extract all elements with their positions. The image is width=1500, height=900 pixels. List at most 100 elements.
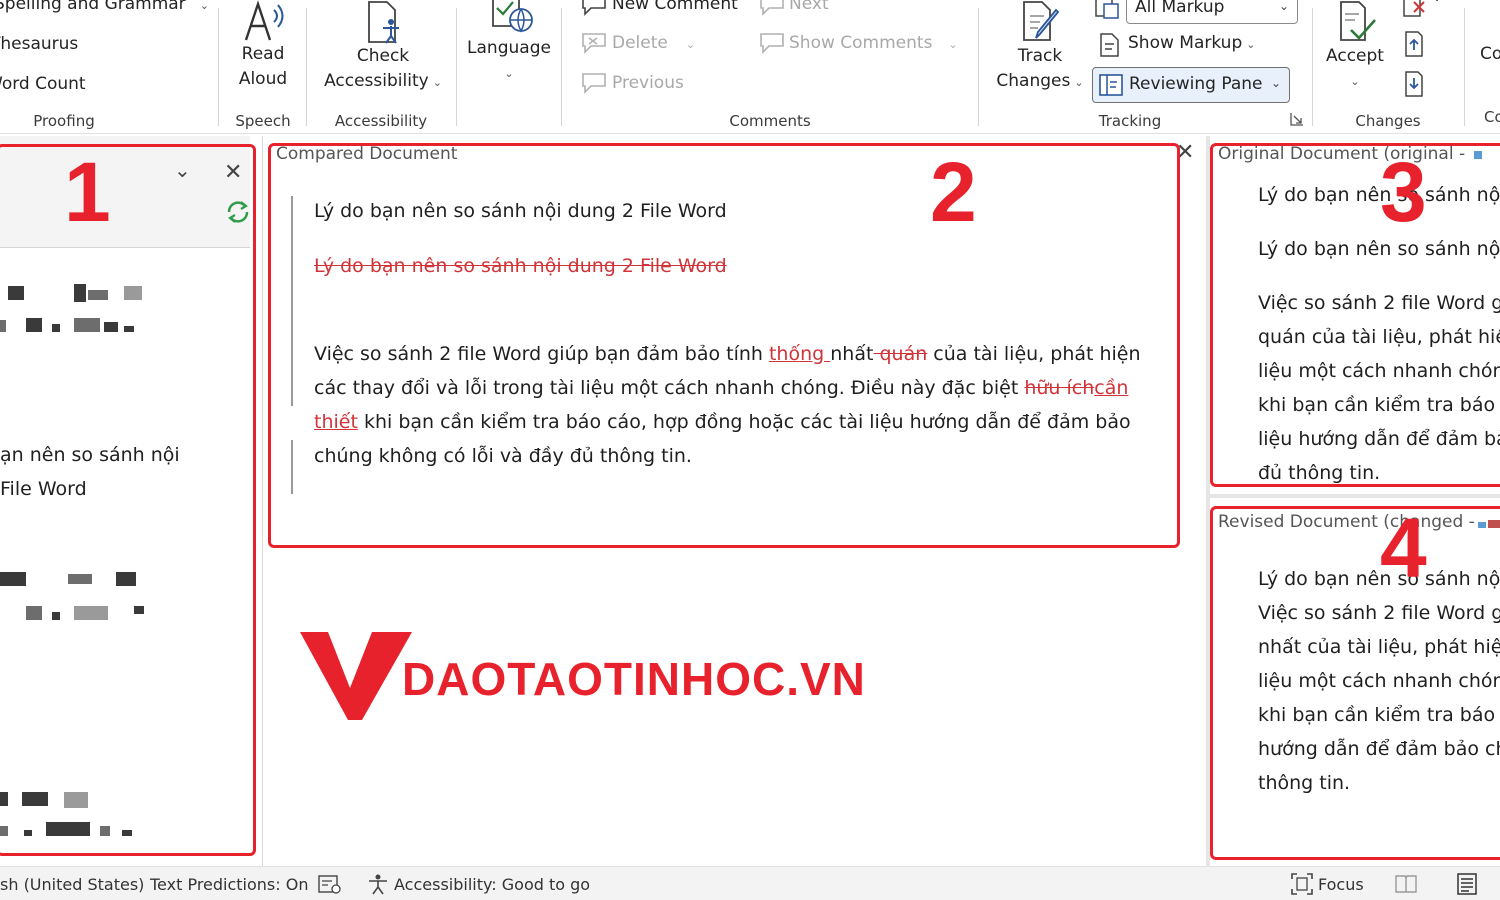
blurred-content bbox=[52, 612, 60, 620]
change-bar bbox=[291, 196, 293, 406]
original-line: Lý do bạn nên so sánh nội bbox=[1258, 238, 1500, 260]
chevron-down-icon: ⌄ bbox=[1350, 75, 1360, 88]
read-aloud-label-1: Read bbox=[241, 44, 285, 64]
blurred-content bbox=[104, 322, 118, 332]
language-button[interactable]: Language ⌄ bbox=[462, 0, 556, 86]
ribbon-divider bbox=[978, 8, 979, 126]
navigation-pane: ⌄ ✕ ạn nên so sánh nội File Word bbox=[0, 136, 262, 864]
read-aloud-icon bbox=[244, 0, 284, 41]
chevron-down-icon[interactable]: ⌄ bbox=[174, 158, 191, 182]
markup-select[interactable]: All Markup ⌄ bbox=[1126, 0, 1298, 24]
blurred-content bbox=[134, 606, 144, 614]
blurred-content bbox=[0, 572, 26, 586]
compare-group: Co Co bbox=[1466, 0, 1500, 134]
reviewing-pane-button[interactable]: Reviewing Pane ⌄ bbox=[1092, 67, 1290, 103]
accept-change-icon bbox=[1340, 1, 1376, 41]
close-icon[interactable]: ✕ bbox=[224, 160, 242, 185]
ribbon-divider bbox=[561, 8, 562, 126]
blurred-content bbox=[22, 792, 48, 806]
compare-label: Co bbox=[1484, 108, 1500, 126]
show-comments-icon bbox=[760, 33, 784, 54]
ribbon-divider bbox=[456, 8, 457, 126]
blurred-content bbox=[64, 792, 88, 808]
annotation-number-4: 4 bbox=[1380, 501, 1427, 595]
comments-group: New Comment Next Delete ⌄ Show Comments ⌄ … bbox=[563, 0, 977, 134]
read-aloud-button[interactable]: Read Aloud bbox=[234, 0, 292, 92]
proofing-group: Spelling and Grammar⌄ Thesaurus Word Cou… bbox=[0, 0, 218, 134]
chevron-down-icon: ⌄ bbox=[432, 76, 442, 89]
revised-paragraph: Lý do bạn nên so sánh nội Việc so sánh 2… bbox=[1258, 562, 1500, 800]
close-icon[interactable]: ✕ bbox=[1176, 140, 1194, 165]
chevron-down-icon: ⌄ bbox=[1270, 76, 1281, 90]
dialog-launcher-icon[interactable] bbox=[1290, 112, 1304, 126]
new-comment-button[interactable]: New Comment bbox=[612, 0, 738, 14]
compared-paragraph[interactable]: Việc so sánh 2 file Word giúp bạn đảm bả… bbox=[314, 337, 1164, 473]
pane-header bbox=[0, 136, 250, 248]
track-changes-button[interactable]: Track Changes ⌄ bbox=[990, 0, 1090, 95]
pane-text-line: File Word bbox=[0, 478, 87, 500]
blurred-content bbox=[124, 326, 134, 332]
tracking-label: Tracking bbox=[1098, 112, 1162, 130]
pane-divider bbox=[1210, 494, 1500, 498]
revised-line: thông tin. bbox=[1258, 772, 1351, 794]
blurred-content bbox=[68, 574, 92, 584]
speech-group: Read Aloud Speech bbox=[220, 0, 306, 134]
thesaurus-button[interactable]: Thesaurus bbox=[0, 34, 78, 54]
compared-document-title: Compared Document bbox=[276, 144, 458, 164]
compared-document-pane: Compared Document ✕ Lý do bạn nên so sán… bbox=[268, 136, 1204, 864]
revised-line: hướng dẫn để đảm bảo ch bbox=[1258, 738, 1500, 760]
language-label: Language bbox=[467, 38, 551, 58]
compare-button[interactable]: Co bbox=[1480, 44, 1500, 64]
blurred-content bbox=[116, 572, 136, 586]
deleted-heading[interactable]: Lý do bạn nên so sánh nội dung 2 File Wo… bbox=[314, 249, 1164, 283]
accessibility-status[interactable]: Accessibility: Good to go bbox=[394, 875, 590, 894]
blurred-content bbox=[8, 286, 24, 300]
original-line: khi bạn cần kiểm tra báo c bbox=[1258, 394, 1500, 416]
chevron-down-icon[interactable]: ⌄ bbox=[1432, 0, 1442, 4]
refresh-icon[interactable] bbox=[224, 198, 252, 226]
focus-button[interactable]: Focus bbox=[1318, 875, 1364, 894]
daotaotinhoc-logo-icon bbox=[300, 632, 412, 720]
spelling-grammar-button[interactable]: Spelling and Grammar ⌄ bbox=[0, 0, 209, 14]
text-predictions-status[interactable]: Text Predictions: On bbox=[150, 875, 308, 894]
read-mode-icon[interactable] bbox=[1394, 873, 1418, 895]
next-comment-button[interactable]: Next bbox=[789, 0, 829, 14]
macro-recording-icon[interactable] bbox=[318, 875, 342, 895]
blurred-content bbox=[0, 320, 6, 332]
print-layout-icon[interactable] bbox=[1456, 872, 1478, 896]
previous-change-icon[interactable] bbox=[1402, 30, 1426, 58]
original-line: quán của tài liệu, phát hiện bbox=[1258, 326, 1500, 348]
blurred-content bbox=[24, 830, 32, 836]
revised-line: Việc so sánh 2 file Word gi bbox=[1258, 602, 1500, 624]
inserted-text: thống bbox=[768, 343, 831, 365]
check-accessibility-button[interactable]: Check Accessibility ⌄ bbox=[318, 0, 448, 95]
delete-comment-button[interactable]: Delete ⌄ bbox=[612, 33, 695, 53]
show-comments-button[interactable]: Show Comments ⌄ bbox=[789, 33, 958, 53]
revised-line: Lý do bạn nên so sánh nội bbox=[1258, 568, 1500, 590]
annotation-number-2: 2 bbox=[930, 145, 977, 239]
blurred-content bbox=[88, 290, 108, 300]
reject-change-icon[interactable] bbox=[1400, 0, 1426, 18]
show-markup-button[interactable]: Show Markup ⌄ bbox=[1128, 33, 1255, 53]
accept-label: Accept bbox=[1326, 46, 1384, 66]
display-for-review-icon bbox=[1095, 0, 1119, 19]
focus-icon bbox=[1291, 873, 1313, 895]
revised-document-pane: Revised Document (changed - Lý do bạn nê… bbox=[1210, 500, 1500, 864]
original-line: Lý do bạn nên so sánh nội bbox=[1258, 184, 1500, 206]
track-label-2: Changes ⌄ bbox=[996, 71, 1084, 91]
speech-label: Speech bbox=[235, 112, 291, 130]
original-line: đủ thông tin. bbox=[1258, 462, 1381, 484]
color-swatch-icon bbox=[1488, 520, 1500, 528]
chevron-down-icon: ⌄ bbox=[948, 38, 958, 51]
blurred-content bbox=[74, 284, 86, 302]
previous-comment-button[interactable]: Previous bbox=[612, 73, 684, 93]
original-line: liệu một cách nhanh chóng bbox=[1258, 360, 1500, 382]
accessibility-icon[interactable] bbox=[366, 873, 390, 895]
compared-heading[interactable]: Lý do bạn nên so sánh nội dung 2 File Wo… bbox=[314, 194, 1164, 228]
word-count-button[interactable]: Word Count bbox=[0, 74, 86, 94]
next-change-icon[interactable] bbox=[1402, 70, 1426, 98]
chevron-down-icon: ⌄ bbox=[504, 67, 514, 80]
language-status[interactable]: sh (United States) bbox=[0, 875, 144, 894]
blurred-content bbox=[74, 606, 108, 620]
accept-button[interactable]: Accept ⌄ bbox=[1320, 0, 1390, 94]
